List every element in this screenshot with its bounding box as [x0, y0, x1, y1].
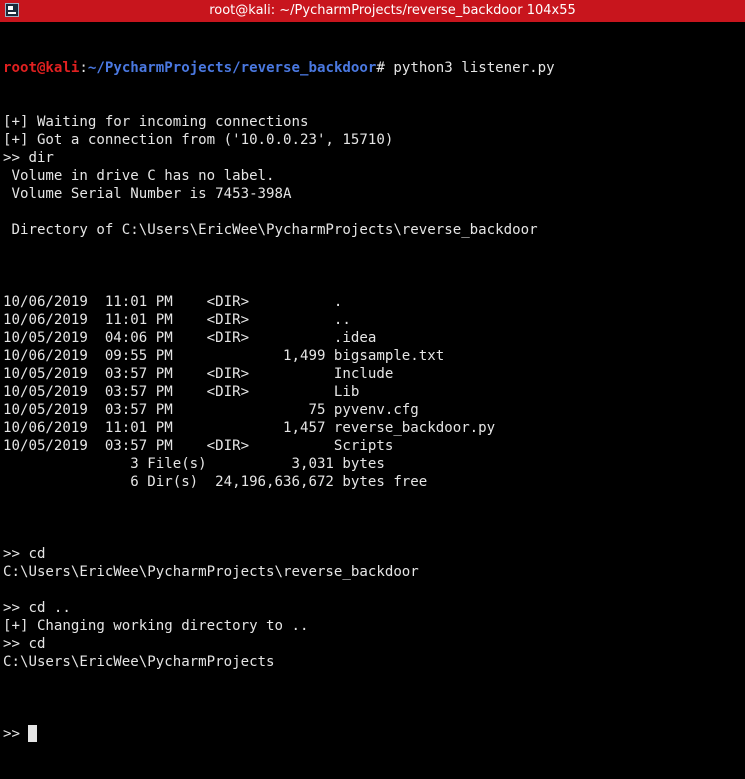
output-line: >> dir	[3, 150, 54, 166]
prompt-symbol: #	[376, 60, 394, 76]
terminal-lines: root@kali:~/PycharmProjects/reverse_back…	[3, 23, 555, 779]
output-line: >> cd	[3, 546, 46, 562]
output-line: [+] Got a connection from ('10.0.0.23', …	[3, 132, 394, 148]
terminal-output-area[interactable]: root@kali:~/PycharmProjects/reverse_back…	[0, 22, 745, 742]
dir-listing-line: 3 File(s) 3,031 bytes	[3, 456, 385, 472]
prompt-command: python3 listener.py	[393, 60, 555, 76]
dir-listing-line: 10/06/2019 11:01 PM <DIR> ..	[3, 312, 351, 328]
dir-listing-line: 10/06/2019 11:01 PM <DIR> .	[3, 294, 343, 310]
title-bar[interactable]: root@kali: ~/PycharmProjects/reverse_bac…	[0, 0, 745, 22]
prompt-separator: :	[79, 60, 88, 76]
dir-listing-line: 10/05/2019 03:57 PM <DIR> Scripts	[3, 438, 394, 454]
output-line: >> cd	[3, 636, 46, 652]
output-line: C:\Users\EricWee\PycharmProjects	[3, 654, 275, 670]
window-title: root@kali: ~/PycharmProjects/reverse_bac…	[209, 3, 576, 18]
shell-prompt-line: root@kali:~/PycharmProjects/reverse_back…	[3, 59, 555, 77]
text-cursor	[28, 725, 38, 742]
prompt-path: ~/PycharmProjects/reverse_backdoor	[87, 60, 377, 76]
output-line: [+] Changing working directory to ..	[3, 618, 309, 634]
dir-listing-line: 10/05/2019 03:57 PM 75 pyvenv.cfg	[3, 402, 419, 418]
output-line: >> cd ..	[3, 600, 71, 616]
dir-listing-line: 10/05/2019 03:57 PM <DIR> Include	[3, 366, 394, 382]
prompt-user: root@kali	[3, 60, 80, 76]
input-line[interactable]: >>	[3, 725, 555, 743]
dir-listing-line: 10/06/2019 11:01 PM 1,457 reverse_backdo…	[3, 420, 496, 436]
output-line: Volume in drive C has no label.	[3, 168, 275, 184]
output-line: C:\Users\EricWee\PycharmProjects\reverse…	[3, 564, 419, 580]
output-line: Volume Serial Number is 7453-398A	[3, 186, 292, 202]
input-prompt: >>	[3, 726, 29, 742]
output-line: Directory of C:\Users\EricWee\PycharmPro…	[3, 222, 538, 238]
output-line: [+] Waiting for incoming connections	[3, 114, 309, 130]
dir-listing-line: 10/05/2019 03:57 PM <DIR> Lib	[3, 384, 360, 400]
dir-listing-line: 6 Dir(s) 24,196,636,672 bytes free	[3, 474, 428, 490]
dir-listing-line: 10/05/2019 04:06 PM <DIR> .idea	[3, 330, 377, 346]
dir-listing-line: 10/06/2019 09:55 PM 1,499 bigsample.txt	[3, 348, 445, 364]
